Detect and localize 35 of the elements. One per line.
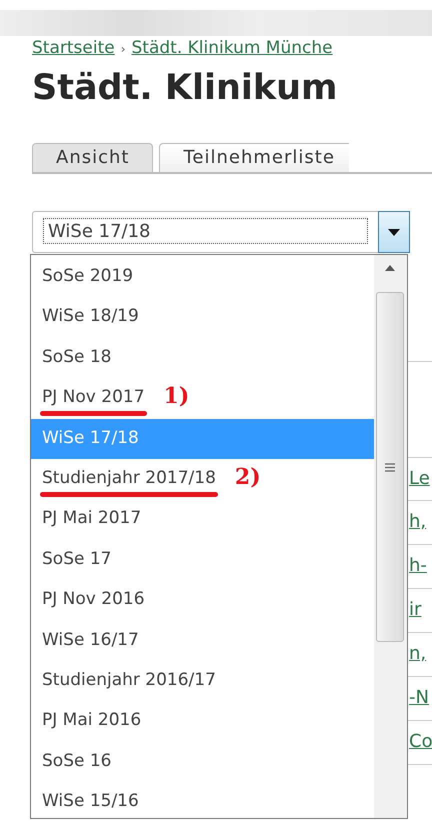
dropdown-option[interactable]: PJ Nov 2017 1) xyxy=(31,378,374,419)
scrollbar[interactable] xyxy=(374,255,407,818)
dropdown-option[interactable]: WiSe 15/16 xyxy=(31,782,374,818)
grip-icon xyxy=(385,462,395,472)
caret-icon xyxy=(388,228,400,236)
scrollbar-thumb[interactable] xyxy=(376,292,404,642)
dropdown-option[interactable]: SoSe 17 xyxy=(31,540,374,580)
tab[interactable]: Ansicht xyxy=(32,143,154,172)
table-link[interactable]: h- xyxy=(409,555,427,576)
dropdown-option[interactable]: WiSe 16/17 xyxy=(31,620,374,661)
annotation-label: 1) xyxy=(164,383,190,410)
table-link[interactable]: -N xyxy=(409,687,429,708)
tab[interactable]: Teilnehmerliste xyxy=(159,143,349,172)
breadcrumb-link[interactable]: Städt. Klinikum Münche xyxy=(132,38,333,58)
dropdown-option[interactable]: Studienjahr 2016/17 xyxy=(31,660,374,702)
table-link[interactable]: n, xyxy=(409,643,426,664)
table-link[interactable]: ir xyxy=(409,599,422,620)
dropdown-option[interactable]: PJ Mai 2017 xyxy=(31,499,374,540)
annotation-label: 2) xyxy=(234,464,261,490)
dropdown-option[interactable]: PJ Mai 2016 xyxy=(31,701,374,742)
table-link[interactable]: h, xyxy=(409,511,426,532)
table-link[interactable]: Co xyxy=(409,731,432,752)
page-title: Städt. Klinikum xyxy=(32,68,339,110)
breadcrumb-link[interactable]: Startseite xyxy=(32,38,115,58)
dropdown-option[interactable]: SoSe 2019 xyxy=(31,257,374,298)
scroll-up-arrow-icon[interactable] xyxy=(385,265,395,271)
dropdown-option[interactable]: PJ Nov 2016 xyxy=(31,580,374,621)
dropdown-option[interactable]: WiSe 18/19 xyxy=(31,297,374,338)
breadcrumb-separator: › xyxy=(120,42,126,56)
table-link[interactable]: Le xyxy=(409,468,430,489)
dropdown-option[interactable]: SoSe 16 xyxy=(31,742,374,782)
dropdown-option[interactable]: SoSe 18 xyxy=(31,338,374,378)
dropdown-arrow-button[interactable] xyxy=(378,211,410,253)
dropdown-option[interactable]: Studienjahr 2017/18 2) xyxy=(31,458,374,500)
term-dropdown[interactable]: WiSe 17/18 xyxy=(32,211,410,253)
